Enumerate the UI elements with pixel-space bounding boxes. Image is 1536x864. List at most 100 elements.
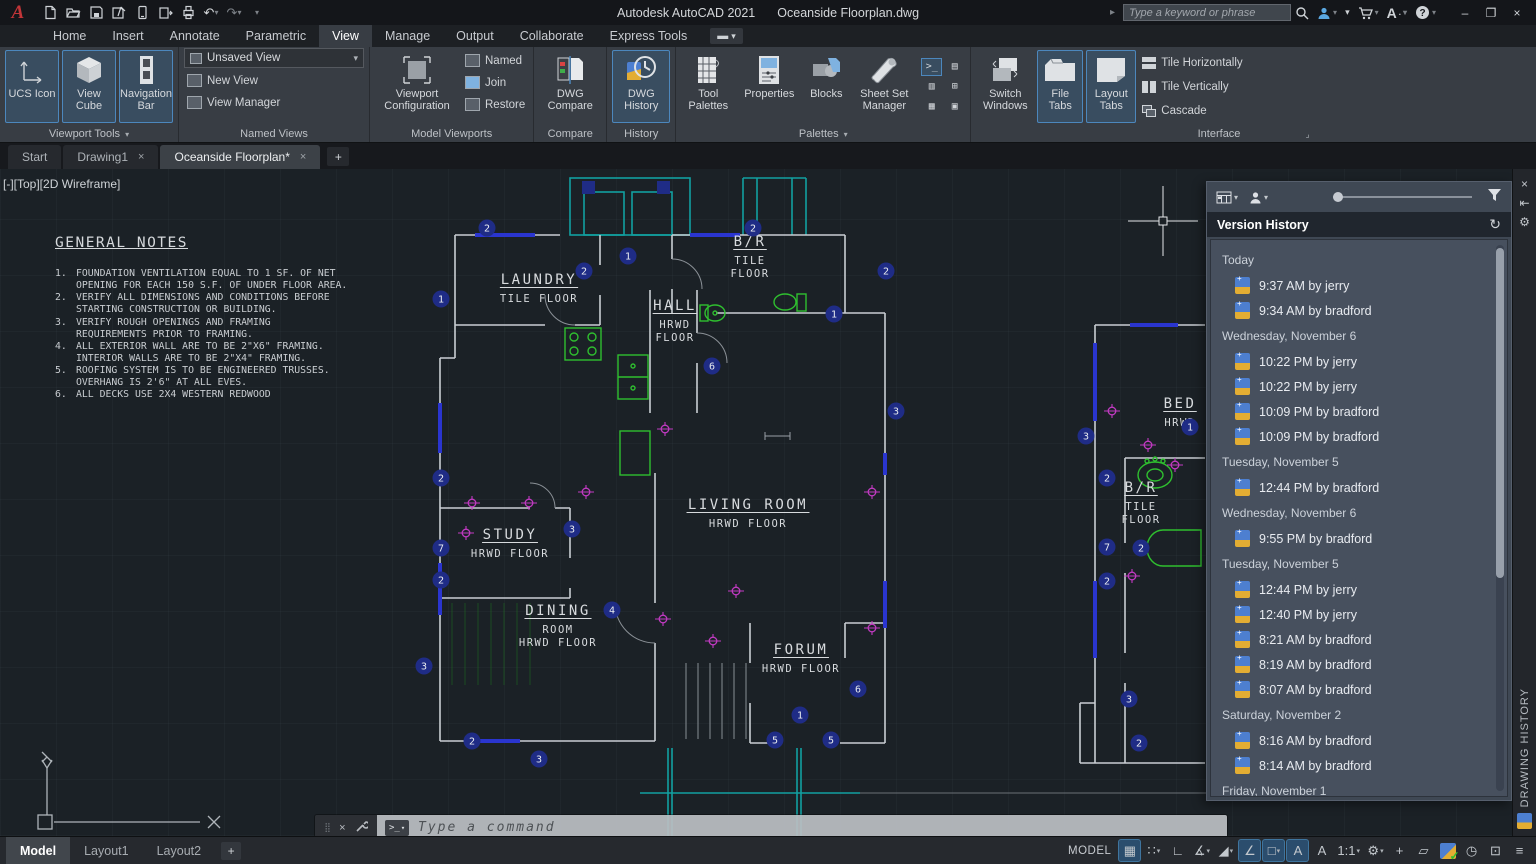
version-item[interactable]: 10:09 PM by bradford: [1222, 399, 1496, 424]
file-tab-oceanside-floorplan-[interactable]: Oceanside Floorplan* ×: [160, 145, 321, 169]
grid-icon[interactable]: ▦: [1119, 840, 1141, 861]
version-item[interactable]: 9:34 AM by bradford: [1222, 298, 1496, 323]
palette-close-icon[interactable]: ×: [1521, 174, 1528, 193]
command-line-palette-icon[interactable]: >_: [921, 57, 943, 76]
clipboard-palette-icon[interactable]: ▣: [944, 98, 965, 116]
slider-knob[interactable]: [1333, 192, 1344, 202]
version-item[interactable]: 8:19 AM by bradford: [1222, 652, 1496, 677]
calculator-palette-icon[interactable]: ⊞: [944, 78, 965, 96]
command-wrench-icon[interactable]: [355, 820, 370, 836]
version-range-slider[interactable]: [1333, 190, 1472, 204]
panel-label-viewport-tools[interactable]: Viewport Tools ▾: [0, 126, 178, 142]
annotation-autoscale-icon[interactable]: A: [1311, 840, 1332, 861]
redo-icon[interactable]: ↷ ▾: [224, 3, 244, 23]
ribbon-tab-home[interactable]: Home: [40, 25, 99, 47]
ribbon-options-button[interactable]: ▬ ▾: [710, 28, 743, 44]
panel-launcher-icon[interactable]: ⌟: [1305, 129, 1309, 140]
view-cube-button[interactable]: View Cube: [62, 50, 116, 123]
panel-label-model-viewports[interactable]: Model Viewports: [370, 126, 533, 142]
version-item[interactable]: 8:16 AM by bradford: [1222, 728, 1496, 753]
ribbon-tab-parametric[interactable]: Parametric: [233, 25, 319, 47]
ribbon-tab-annotate[interactable]: Annotate: [157, 25, 233, 47]
scrollbar-thumb[interactable]: [1496, 248, 1504, 578]
file-tab-drawing1[interactable]: Drawing1 ×: [63, 145, 159, 169]
version-item[interactable]: 12:44 PM by jerry: [1222, 577, 1496, 602]
command-prompt-icon[interactable]: >_ ▾: [385, 819, 409, 836]
view-manager-button[interactable]: View Manager: [184, 93, 364, 112]
sheet-set-manager-button[interactable]: Sheet Set Manager: [852, 50, 916, 123]
palette-side-label[interactable]: DRAWING HISTORY: [1519, 688, 1531, 807]
autodesk-app-icon[interactable]: A. ▾: [1387, 5, 1407, 21]
version-item[interactable]: 9:55 PM by bradford: [1222, 526, 1496, 551]
new-drawing-tab-button[interactable]: +: [327, 147, 350, 166]
panel-label-interface[interactable]: Interface ⌟: [971, 126, 1536, 142]
ribbon-tab-express-tools[interactable]: Express Tools: [597, 25, 701, 47]
layout1-tab[interactable]: Layout1: [70, 837, 142, 864]
annotation-scale-button[interactable]: 1:1 ▾: [1335, 840, 1362, 861]
command-grip-handle[interactable]: ⣿: [324, 822, 331, 833]
palette-autohide-icon[interactable]: ⇤: [1519, 193, 1529, 212]
isolate-objects-icon[interactable]: ▱: [1413, 840, 1434, 861]
date-filter-button[interactable]: ▾: [1216, 191, 1238, 204]
autocad-logo-icon[interactable]: A: [0, 0, 36, 25]
snap-icon[interactable]: ∷ ▾: [1143, 840, 1164, 861]
panel-label-history[interactable]: History: [607, 126, 675, 142]
transfer-icon[interactable]: [155, 3, 175, 23]
ribbon-tab-view[interactable]: View: [319, 25, 372, 47]
command-input-area[interactable]: >_ ▾ Type a command: [377, 815, 1227, 836]
version-item[interactable]: 8:07 AM by bradford: [1222, 677, 1496, 702]
cascade-button[interactable]: Cascade: [1139, 101, 1245, 120]
search-collapse-arrow-icon[interactable]: ▸: [1110, 7, 1115, 18]
ortho-icon[interactable]: ∟: [1167, 840, 1188, 861]
panel-label-named-views[interactable]: Named Views: [179, 126, 369, 142]
named-viewports-button[interactable]: Named: [462, 51, 528, 70]
viewport-configuration-button[interactable]: Viewport Configuration: [375, 50, 459, 123]
layout2-tab[interactable]: Layout2: [143, 837, 215, 864]
file-tabs-button[interactable]: File Tabs: [1037, 50, 1084, 123]
qat-customize-icon[interactable]: ▾: [247, 3, 267, 23]
refresh-icon[interactable]: ↻: [1489, 216, 1501, 233]
tool-palettes-button[interactable]: Tool Palettes: [681, 50, 735, 123]
drawing-area[interactable]: [-][Top][2D Wireframe] LAUNDRY TILE FLOO…: [0, 169, 1536, 836]
new-view-button[interactable]: New View: [184, 71, 364, 90]
close-tab-icon[interactable]: ×: [300, 151, 306, 163]
object-snap-icon[interactable]: □ ▾: [1263, 840, 1285, 861]
model-tab[interactable]: Model: [6, 836, 71, 864]
clean-screen-icon[interactable]: ⊡: [1485, 840, 1506, 861]
count-palette-icon[interactable]: ▦: [921, 98, 942, 116]
version-item[interactable]: 9:37 AM by jerry: [1222, 273, 1496, 298]
sign-in-icon[interactable]: ▾: [1317, 6, 1337, 20]
help-icon[interactable]: ? ▾: [1415, 5, 1436, 20]
object-snap-tracking-icon[interactable]: ∠: [1239, 840, 1261, 861]
view-dropdown[interactable]: Unsaved View ▾: [184, 48, 364, 68]
sheets-palette-icon[interactable]: ▥: [921, 78, 942, 96]
command-close-icon[interactable]: ×: [339, 822, 345, 834]
isometric-drafting-icon[interactable]: ◢ ▾: [1215, 840, 1236, 861]
close-tab-icon[interactable]: ×: [138, 151, 144, 163]
restore-button[interactable]: ❐: [1478, 0, 1504, 25]
version-item[interactable]: 8:21 AM by bradford: [1222, 627, 1496, 652]
annotation-visibility-icon[interactable]: A: [1287, 840, 1309, 861]
ribbon-tab-collaborate[interactable]: Collaborate: [507, 25, 597, 47]
undo-icon[interactable]: ↶ ▾: [201, 3, 221, 23]
file-tab-start[interactable]: Start: [8, 145, 62, 169]
dwg-compare-button[interactable]: DWG Compare: [539, 50, 601, 123]
new-file-icon[interactable]: [40, 3, 60, 23]
filter-icon[interactable]: [1487, 188, 1502, 207]
version-item[interactable]: 8:14 AM by bradford: [1222, 753, 1496, 778]
menu-arrow-icon[interactable]: ▾: [1345, 7, 1350, 18]
save-icon[interactable]: [86, 3, 106, 23]
layer-palette-icon[interactable]: ▤: [944, 58, 965, 76]
version-item[interactable]: 12:40 PM by jerry: [1222, 602, 1496, 627]
tile-horizontally-button[interactable]: Tile Horizontally: [1139, 53, 1245, 72]
dwg-history-button[interactable]: DWG History: [612, 50, 671, 123]
search-input[interactable]: [1123, 4, 1292, 21]
workspace-switching-icon[interactable]: ⚙ ▾: [1365, 840, 1386, 861]
ucs-icon-button[interactable]: UCS Icon: [5, 50, 59, 123]
join-viewports-button[interactable]: Join: [462, 73, 528, 92]
plot-mobile-icon[interactable]: [132, 3, 152, 23]
search-icon[interactable]: [1295, 6, 1309, 20]
minimize-button[interactable]: –: [1452, 0, 1478, 25]
panel-label-palettes[interactable]: Palettes ▾: [676, 126, 970, 142]
tile-vertically-button[interactable]: Tile Vertically: [1139, 77, 1245, 96]
